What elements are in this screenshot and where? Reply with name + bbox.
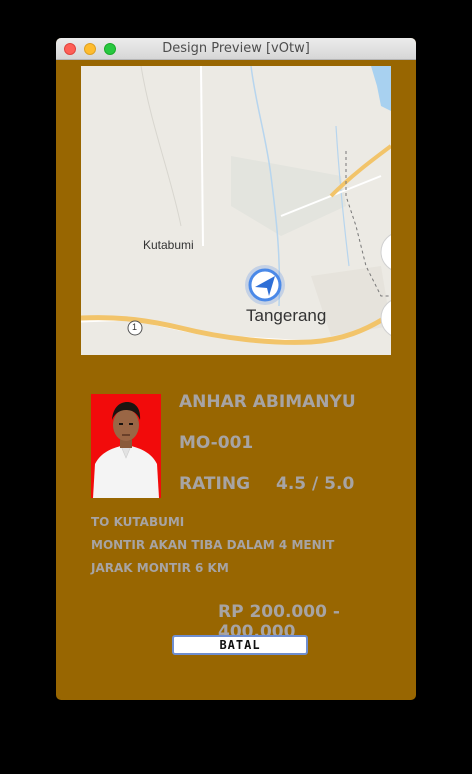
rating-value: 4.5 / 5.0 bbox=[276, 474, 355, 494]
trip-distance: JARAK MONTIR 6 KM bbox=[91, 561, 229, 575]
app-window: Design Preview [vOtw] Kutabumi Tangerang… bbox=[56, 38, 416, 700]
route-badge-label: 1 bbox=[132, 322, 138, 332]
cancel-button[interactable]: BATAL bbox=[172, 635, 308, 655]
driver-id: MO-001 bbox=[179, 433, 254, 453]
map-view[interactable]: Kutabumi Tangerang 1 bbox=[81, 66, 391, 355]
map-label-kutabumi: Kutabumi bbox=[143, 238, 194, 252]
driver-photo bbox=[91, 394, 161, 498]
window-title: Design Preview [vOtw] bbox=[162, 41, 310, 56]
rating-label: RATING bbox=[179, 474, 251, 494]
title-bar: Design Preview [vOtw] bbox=[56, 38, 416, 60]
trip-eta: MONTIR AKAN TIBA DALAM 4 MENIT bbox=[91, 538, 335, 552]
driver-name: ANHAR ABIMANYU bbox=[179, 392, 356, 412]
map-graphics bbox=[81, 66, 391, 355]
trip-destination: TO KUTABUMI bbox=[91, 515, 185, 529]
map-label-tangerang: Tangerang bbox=[246, 306, 327, 325]
